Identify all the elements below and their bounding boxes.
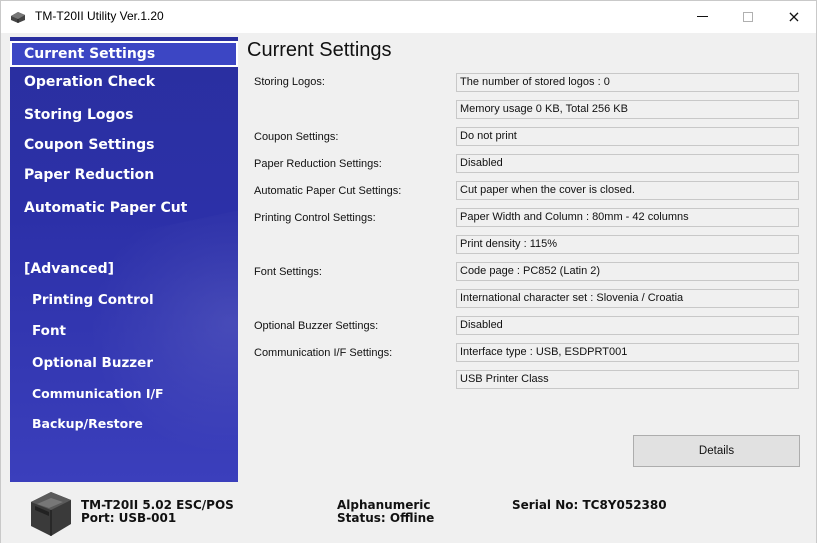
maximize-icon: [743, 11, 753, 22]
setting-value-paper-width: Paper Width and Column : 80mm - 42 colum…: [456, 208, 799, 227]
sidebar-item-current-settings[interactable]: Current Settings: [10, 41, 238, 67]
setting-value-code-page: Code page : PC852 (Latin 2): [456, 262, 799, 281]
sidebar: Current Settings Operation Check Storing…: [10, 37, 238, 482]
title-bar: TM-T20II Utility Ver.1.20 ×: [1, 1, 816, 33]
setting-label-paper-cut: Automatic Paper Cut Settings:: [254, 185, 402, 197]
status-footer: TM-T20II 5.02 ESC/POS Port: USB-001 Alph…: [1, 483, 816, 543]
setting-label-printing-control: Printing Control Settings:: [254, 212, 376, 224]
sidebar-item-paper-reduction[interactable]: Paper Reduction: [10, 162, 238, 188]
sidebar-item-optional-buzzer[interactable]: Optional Buzzer: [10, 350, 238, 376]
setting-label-paper-reduction: Paper Reduction Settings:: [254, 158, 382, 170]
setting-label-buzzer: Optional Buzzer Settings:: [254, 320, 379, 332]
setting-value-paper-reduction: Disabled: [456, 154, 799, 173]
sidebar-item-automatic-paper-cut[interactable]: Automatic Paper Cut: [10, 195, 238, 221]
details-button[interactable]: Details: [633, 435, 800, 467]
sidebar-item-coupon-settings[interactable]: Coupon Settings: [10, 132, 238, 158]
printer-icon: [31, 492, 71, 536]
printer-app-icon: [11, 12, 25, 23]
page-title: Current Settings: [247, 39, 392, 61]
setting-value-coupon: Do not print: [456, 127, 799, 146]
printer-status: Status: Offline: [337, 511, 435, 525]
setting-value-stored-logos: The number of stored logos : 0: [456, 73, 799, 92]
utility-window: TM-T20II Utility Ver.1.20 × Current Sett…: [0, 0, 817, 543]
setting-label-font: Font Settings:: [254, 266, 322, 278]
sidebar-advanced-heading: [Advanced]: [24, 261, 115, 277]
sidebar-item-storing-logos[interactable]: Storing Logos: [10, 102, 238, 128]
setting-value-memory-usage: Memory usage 0 KB, Total 256 KB: [456, 100, 799, 119]
setting-value-interface-type: Interface type : USB, ESDPRT001: [456, 343, 799, 362]
close-icon: ×: [787, 6, 801, 26]
setting-value-charset: International character set : Slovenia /…: [456, 289, 799, 308]
minimize-icon: [696, 16, 708, 17]
window-title: TM-T20II Utility Ver.1.20: [35, 9, 164, 23]
sidebar-item-backup-restore[interactable]: Backup/Restore: [10, 411, 238, 437]
setting-value-print-density: Print density : 115%: [456, 235, 799, 254]
setting-value-paper-cut: Cut paper when the cover is closed.: [456, 181, 799, 200]
close-button[interactable]: ×: [771, 1, 817, 32]
setting-value-usb-class: USB Printer Class: [456, 370, 799, 389]
setting-label-coupon: Coupon Settings:: [254, 131, 339, 143]
sidebar-item-printing-control[interactable]: Printing Control: [10, 287, 238, 313]
sidebar-item-communication-if[interactable]: Communication I/F: [10, 381, 238, 407]
sidebar-item-font[interactable]: Font: [10, 318, 238, 344]
setting-label-storing-logos: Storing Logos:: [254, 76, 325, 88]
printer-port: Port: USB-001: [81, 511, 177, 525]
setting-label-communication: Communication I/F Settings:: [254, 347, 393, 359]
sidebar-item-operation-check[interactable]: Operation Check: [10, 69, 238, 95]
setting-value-buzzer: Disabled: [456, 316, 799, 335]
minimize-button[interactable]: [679, 1, 725, 32]
serial-number: Serial No: TC8Y052380: [512, 498, 667, 512]
maximize-button[interactable]: [725, 1, 771, 32]
